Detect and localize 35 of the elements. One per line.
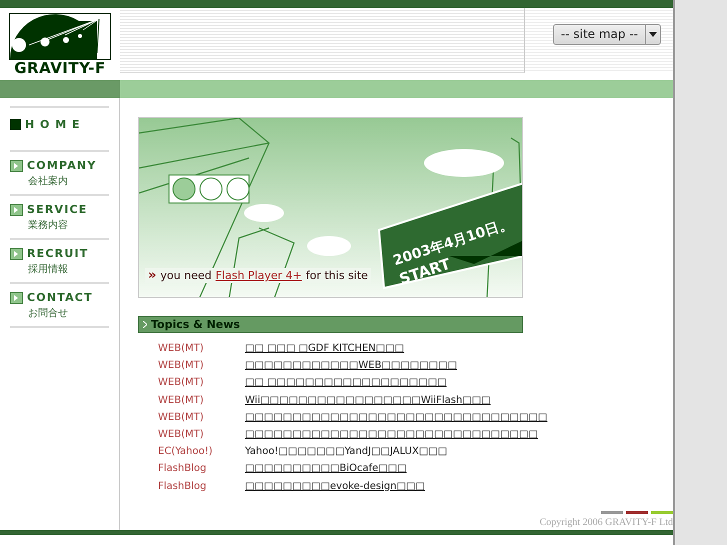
notice-text: you need (160, 269, 212, 282)
news-link[interactable]: □□ □□□ □GDF KITCHEN□□□ (245, 343, 404, 354)
news-category: WEB(MT) (157, 429, 205, 440)
news-category: FlashBlog (157, 463, 208, 474)
flash-link[interactable]: Flash Player 4+ (216, 269, 302, 282)
news-category: WEB(MT) (157, 394, 205, 406)
nav-link[interactable]: SERVICE 業務内容 (10, 194, 109, 238)
caret-icon (649, 32, 657, 37)
news-category: EC(Yahoo!) (157, 446, 214, 458)
chevron-icon (143, 321, 147, 328)
news-link[interactable]: □□□□□□□□□□□□□□□□□□□□□□□□□□□□□□□□ (245, 412, 548, 423)
arrows-glyph: » (148, 268, 156, 283)
news-link[interactable]: □□□□□□□□□□□□□□□□□□□□□□□□□□□□□□□ (245, 429, 538, 440)
nav-link[interactable]: CONTACT お問合せ (10, 282, 109, 326)
logo-text: GRAVITY-F (14, 60, 106, 76)
news-link[interactable]: □□ □□□□□□□□□□□□□□□□□□□ (245, 377, 447, 388)
news-category: WEB(MT) (157, 412, 205, 423)
topics-header: Topics & News (138, 316, 523, 333)
square-icon (10, 119, 21, 130)
news-link[interactable]: □□□□□□□□□□BiOcafe□□□ (245, 463, 407, 474)
logo-icon (9, 13, 111, 60)
news-link[interactable]: Yahoo!□□□□□□□YandJ□□JALUX□□□ (245, 446, 448, 458)
news-category: FlashBlog (157, 480, 208, 492)
nav-link[interactable]: COMPANY 会社案内 (10, 150, 109, 194)
news-category: WEB(MT) (157, 343, 205, 354)
news-link[interactable]: □□□□□□□□□□□□WEB□□□□□□□□ (245, 360, 458, 372)
news-link[interactable]: □□□□□□□□□evoke-design□□□ (245, 480, 425, 492)
news-link[interactable]: Wii□□□□□□□□□□□□□□□□□WiiFlash□□□ (245, 394, 491, 406)
news-category: WEB(MT) (157, 360, 205, 372)
nav-link[interactable]: RECRUIT 採用情報 (10, 238, 109, 282)
site-map-select[interactable]: -- site map -- (552, 24, 661, 45)
news-category: WEB(MT) (157, 377, 205, 388)
nav-link[interactable]: H O M E (10, 106, 109, 150)
notice-text: for this site (306, 269, 368, 282)
copyright-text: Copyright 2006 GRAVITY-F Ltd (540, 517, 673, 528)
